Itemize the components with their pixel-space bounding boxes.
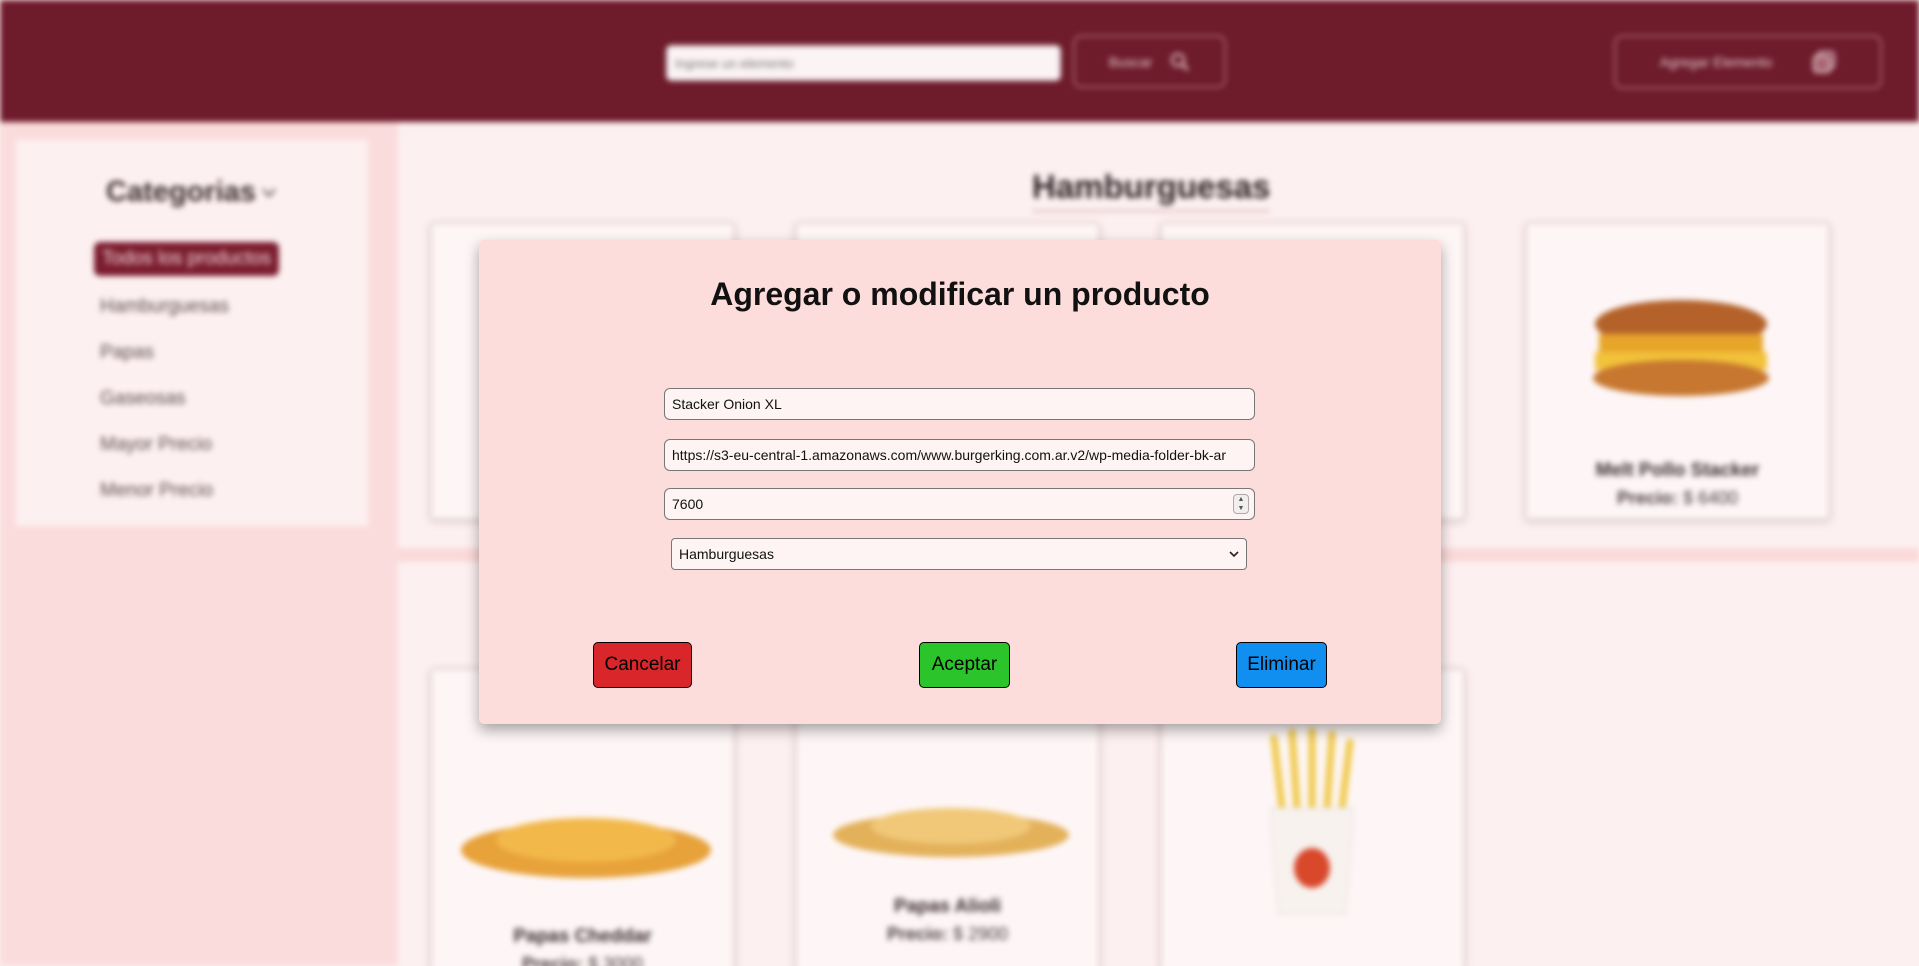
product-image xyxy=(1593,300,1769,396)
product-price: Precio: $ 6400 xyxy=(1616,488,1739,508)
search-button-label: Buscar xyxy=(1108,53,1153,70)
sidebar-item-menor-precio[interactable]: Menor Precio xyxy=(100,480,213,502)
add-element-button[interactable]: Agregar Elemento xyxy=(1614,35,1882,89)
top-navbar: Buscar Agregar Elemento xyxy=(0,0,1919,122)
sidebar-item-all-products[interactable]: Todos los productos xyxy=(94,242,279,276)
accept-button[interactable]: Aceptar xyxy=(919,642,1010,688)
product-card[interactable]: Melt Pollo Stacker Precio: $ 6400 xyxy=(1525,222,1830,520)
search-input[interactable] xyxy=(666,45,1061,81)
category-select[interactable]: Hamburguesas xyxy=(671,538,1247,570)
product-price-input[interactable]: 7600 ▲ ▼ xyxy=(664,488,1255,520)
chevron-down-icon xyxy=(1229,551,1239,558)
product-name-input[interactable]: Stacker Onion XL xyxy=(664,388,1255,420)
add-element-label: Agregar Elemento xyxy=(1659,54,1773,70)
sidebar-item-gaseosas[interactable]: Gaseosas xyxy=(100,388,186,410)
product-name: Papas Cheddar xyxy=(513,926,652,947)
product-price-value: 7600 xyxy=(672,496,704,512)
sidebar-title[interactable]: Categorias xyxy=(106,176,276,209)
product-name: Papas Alioli xyxy=(894,896,1001,917)
search-button[interactable]: Buscar xyxy=(1073,35,1226,88)
search-icon xyxy=(1171,52,1190,71)
product-image xyxy=(461,818,711,878)
product-image-url-input[interactable]: https://s3-eu-central-1.amazonaws.com/ww… xyxy=(664,439,1255,471)
add-item-icon xyxy=(1813,51,1836,73)
sidebar-item-papas[interactable]: Papas xyxy=(100,342,154,364)
product-image xyxy=(1269,728,1355,915)
sidebar-item-hamburguesas[interactable]: Hamburguesas xyxy=(100,296,229,318)
delete-button[interactable]: Eliminar xyxy=(1236,642,1327,688)
product-name: Melt Pollo Stacker xyxy=(1595,460,1760,481)
product-image xyxy=(833,808,1069,857)
sidebar-item-mayor-precio[interactable]: Mayor Precio xyxy=(100,434,212,456)
price-spinner[interactable]: ▲ ▼ xyxy=(1233,494,1249,514)
product-price: Precio: $ 3000 xyxy=(521,954,644,966)
chevron-down-icon xyxy=(262,187,276,198)
category-select-value: Hamburguesas xyxy=(679,546,774,562)
product-modal: Agregar o modificar un producto Stacker … xyxy=(479,240,1441,724)
section-title: Hamburguesas xyxy=(1032,168,1271,212)
category-sidebar: Categorias Todos los productos Hamburgue… xyxy=(16,140,368,526)
cancel-button[interactable]: Cancelar xyxy=(593,642,692,688)
modal-title: Agregar o modificar un producto xyxy=(710,276,1210,312)
product-price: Precio: $ 2900 xyxy=(886,924,1009,944)
